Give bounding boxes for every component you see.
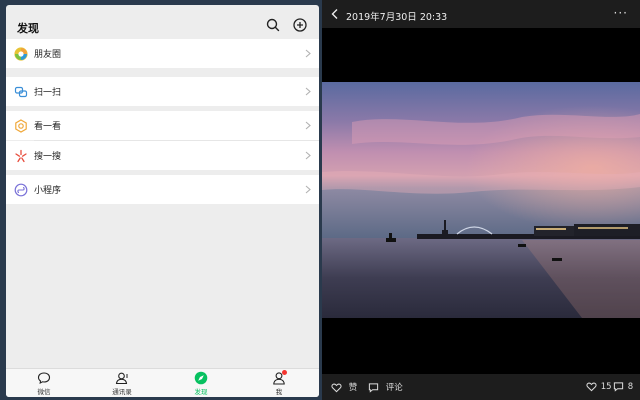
comment-icon — [368, 382, 379, 393]
back-arrow-icon[interactable] — [330, 8, 340, 20]
tab-contacts[interactable]: 通讯录 — [102, 371, 142, 396]
post-timestamp: 2019年7月30日 20:33 — [346, 12, 448, 23]
comment-button[interactable]: 评论 — [368, 381, 403, 393]
chevron-right-icon — [305, 151, 311, 160]
bottom-tab-bar: 微信 通讯录 发现 我 — [6, 368, 319, 397]
viewer-header: 2019年7月30日 20:33 ··· — [322, 0, 640, 28]
chevron-right-icon — [305, 121, 311, 130]
top-stories-icon — [14, 119, 28, 133]
chevron-right-icon — [305, 87, 311, 96]
heart-icon — [586, 382, 597, 392]
scan-icon — [14, 85, 28, 99]
page-title: 发现 — [17, 22, 39, 35]
menu-item-search[interactable]: 搜一搜 — [6, 141, 319, 170]
menu-item-mini-programs[interactable]: 小程序 — [6, 175, 319, 204]
menu-item-label: 搜一搜 — [34, 152, 62, 162]
sunset-photo[interactable] — [322, 82, 640, 318]
discover-pane: 发现 朋友圈 扫一扫 看一看 搜一搜 小程序 微信 通讯录 发现 我 — [6, 5, 319, 397]
search-icon[interactable] — [265, 17, 281, 33]
tab-label: 通讯录 — [112, 388, 132, 396]
menu-item-top-stories[interactable]: 看一看 — [6, 111, 319, 140]
comment-label: 评论 — [385, 383, 403, 393]
tab-label: 发现 — [194, 388, 208, 396]
tab-me[interactable]: 我 — [259, 370, 299, 396]
me-icon — [272, 370, 287, 385]
menu-item-label: 扫一扫 — [34, 88, 62, 98]
menu-item-scan[interactable]: 扫一扫 — [6, 77, 319, 106]
comments-count-button[interactable]: 8 — [613, 381, 633, 392]
chevron-right-icon — [305, 185, 311, 194]
tab-chats[interactable]: 微信 — [24, 371, 64, 396]
tab-discover[interactable]: 发现 — [181, 371, 221, 396]
tab-label: 我 — [275, 388, 283, 396]
discover-icon — [194, 371, 208, 385]
more-options-icon[interactable]: ··· — [614, 6, 628, 20]
moments-icon — [14, 47, 28, 61]
menu-item-label: 看一看 — [34, 122, 62, 132]
viewer-footer: 赞 评论 15 8 — [322, 374, 640, 400]
like-button[interactable]: 赞 — [331, 381, 357, 393]
likes-count-button[interactable]: 15 — [586, 381, 612, 392]
chevron-right-icon — [305, 49, 311, 58]
heart-icon — [331, 383, 342, 392]
comments-count: 8 — [627, 381, 634, 392]
likes-count: 15 — [600, 381, 612, 392]
notification-badge — [282, 370, 287, 375]
photo-viewer: 2019年7月30日 20:33 ··· 赞 评论 15 8 — [322, 0, 640, 400]
menu-item-moments[interactable]: 朋友圈 — [6, 39, 319, 68]
search-star-icon — [14, 149, 28, 163]
menu-item-label: 小程序 — [34, 186, 62, 196]
comment-icon — [613, 382, 624, 392]
contacts-icon — [115, 371, 129, 385]
mini-programs-icon — [14, 183, 28, 197]
like-label: 赞 — [348, 383, 358, 393]
add-icon[interactable] — [292, 17, 308, 33]
menu-item-label: 朋友圈 — [34, 50, 62, 60]
tab-label: 微信 — [37, 388, 51, 396]
chat-icon — [37, 371, 51, 385]
